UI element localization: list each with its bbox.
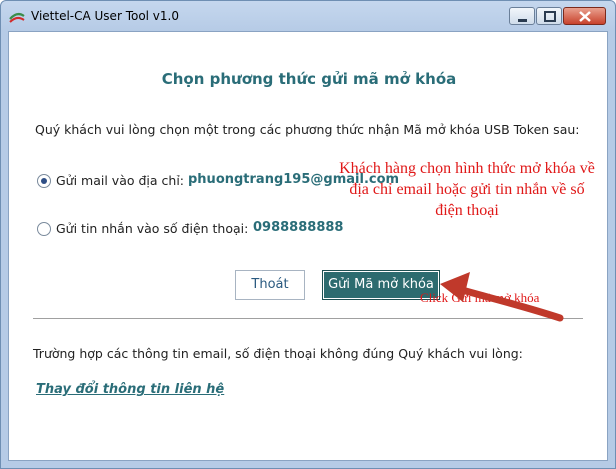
change-contact-link[interactable]: Thay đổi thông tin liên hệ <box>36 382 224 397</box>
close-icon <box>579 11 591 22</box>
instruction-text: Quý khách vui lòng chọn một trong các ph… <box>35 122 580 137</box>
close-button[interactable] <box>563 7 606 25</box>
minimize-icon <box>518 19 527 22</box>
annotation-click-note: Click Gửi mã mở khóa <box>420 290 540 305</box>
maximize-button[interactable] <box>536 7 562 25</box>
annotation-main-note: Khách hàng chọn hình thức mở khóa về địa… <box>339 160 595 219</box>
title-bar[interactable]: Viettel-CA User Tool v1.0 <box>1 1 615 31</box>
divider <box>33 318 583 319</box>
maximize-icon <box>544 11 556 22</box>
phone-number: 0988888888 <box>253 220 344 235</box>
app-logo-icon <box>9 9 25 23</box>
email-option[interactable]: Gửi mail vào địa chỉ: <box>37 172 184 188</box>
sms-option-label: Gửi tin nhắn vào số điện thoại: <box>56 221 249 236</box>
email-radio[interactable] <box>37 173 51 188</box>
app-window: Viettel-CA User Tool v1.0 Chọn phương th… <box>0 0 616 469</box>
footer-text: Trường hợp các thông tin email, số điện … <box>33 346 523 361</box>
sms-radio[interactable] <box>37 221 51 236</box>
dialog-heading: Chọn phương thức gửi mã mở khóa <box>161 70 457 88</box>
minimize-button[interactable] <box>509 7 535 25</box>
dialog-body: Chọn phương thức gửi mã mở khóa Quý khác… <box>8 31 608 461</box>
email-option-label: Gửi mail vào địa chỉ: <box>56 173 185 188</box>
sms-option[interactable]: Gửi tin nhắn vào số điện thoại: <box>37 220 248 236</box>
window-title: Viettel-CA User Tool v1.0 <box>31 9 179 23</box>
exit-button[interactable]: Thoát <box>235 270 305 300</box>
